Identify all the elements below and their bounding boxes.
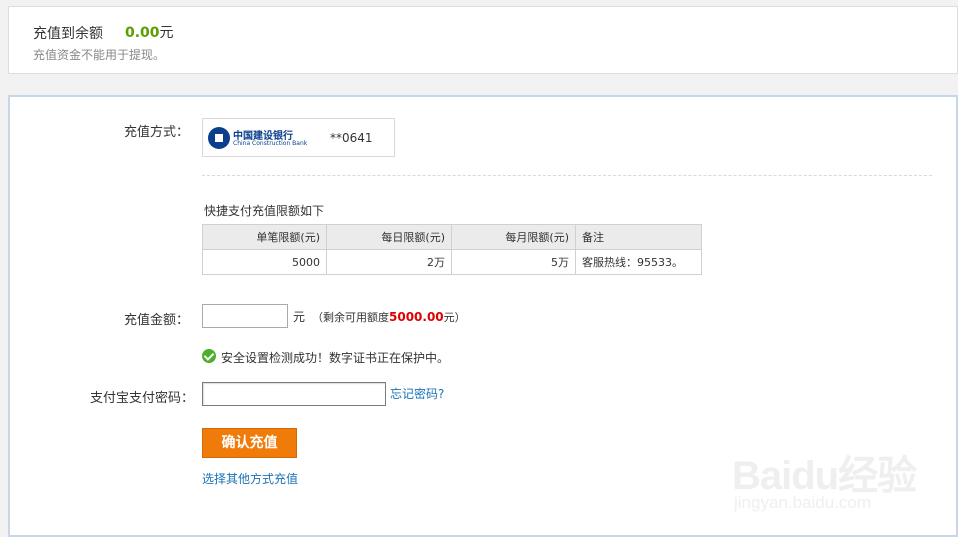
password-input[interactable] [202,382,386,406]
remaining-suffix: 元） [443,311,466,324]
remaining-limit: （剩余可用额度5000.00元） [312,309,466,325]
remaining-value: 5000.00 [389,310,444,324]
balance-amount-unit: 元 [159,25,174,41]
balance-amount: 0.00元 [125,22,174,42]
header-remark: 备注 [575,224,702,250]
amount-input[interactable] [202,304,288,328]
amount-label: 充值金额： [124,313,190,328]
header-single-limit: 单笔限额(元) [202,224,327,250]
ccb-logo-icon [208,127,230,149]
remaining-prefix: （剩余可用额度 [312,311,389,324]
header-daily-limit: 每日限额(元) [326,224,452,250]
check-circle-icon [202,349,216,363]
password-label: 支付宝支付密码： [90,391,195,406]
limit-table-header: 单笔限额(元) 每日限额(元) 每月限额(元) 备注 [202,224,702,250]
bank-name-en: China Construction Bank [233,140,308,147]
security-status: 安全设置检测成功！数字证书正在保护中。 [221,351,450,365]
balance-amount-value: 0.00 [125,25,160,41]
cell-single-limit: 5000 [202,249,327,275]
cell-daily-limit: 2万 [326,249,452,275]
bank-card-selector[interactable]: 中国建设银行 China Construction Bank **0641 [202,118,395,157]
balance-title: 充值到余额 [33,26,103,42]
balance-summary-panel: 充值到余额 0.00元 充值资金不能用于提现。 [8,6,958,74]
cell-monthly-limit: 5万 [451,249,576,275]
confirm-recharge-button[interactable]: 确认充值 [202,428,297,458]
divider [202,175,932,176]
cell-remark: 客服热线：95533。 [575,249,702,275]
limit-table: 单笔限额(元) 每日限额(元) 每月限额(元) 备注 5000 2万 5万 客服… [202,224,702,275]
watermark-url: jingyan.baidu.com [734,493,872,512]
baidu-watermark: Baidu经验 jingyan.baidu.com [726,431,926,521]
method-label: 充值方式： [124,125,190,140]
balance-note: 充值资金不能用于提现。 [33,48,166,62]
amount-unit: 元 [293,310,306,324]
other-method-link[interactable]: 选择其他方式充值 [202,470,298,487]
limit-title: 快捷支付充值限额如下 [204,204,325,218]
header-monthly-limit: 每月限额(元) [451,224,576,250]
forgot-password-link[interactable]: 忘记密码? [390,385,444,402]
card-number: **0641 [330,131,373,145]
table-row: 5000 2万 5万 客服热线：95533。 [202,249,702,275]
